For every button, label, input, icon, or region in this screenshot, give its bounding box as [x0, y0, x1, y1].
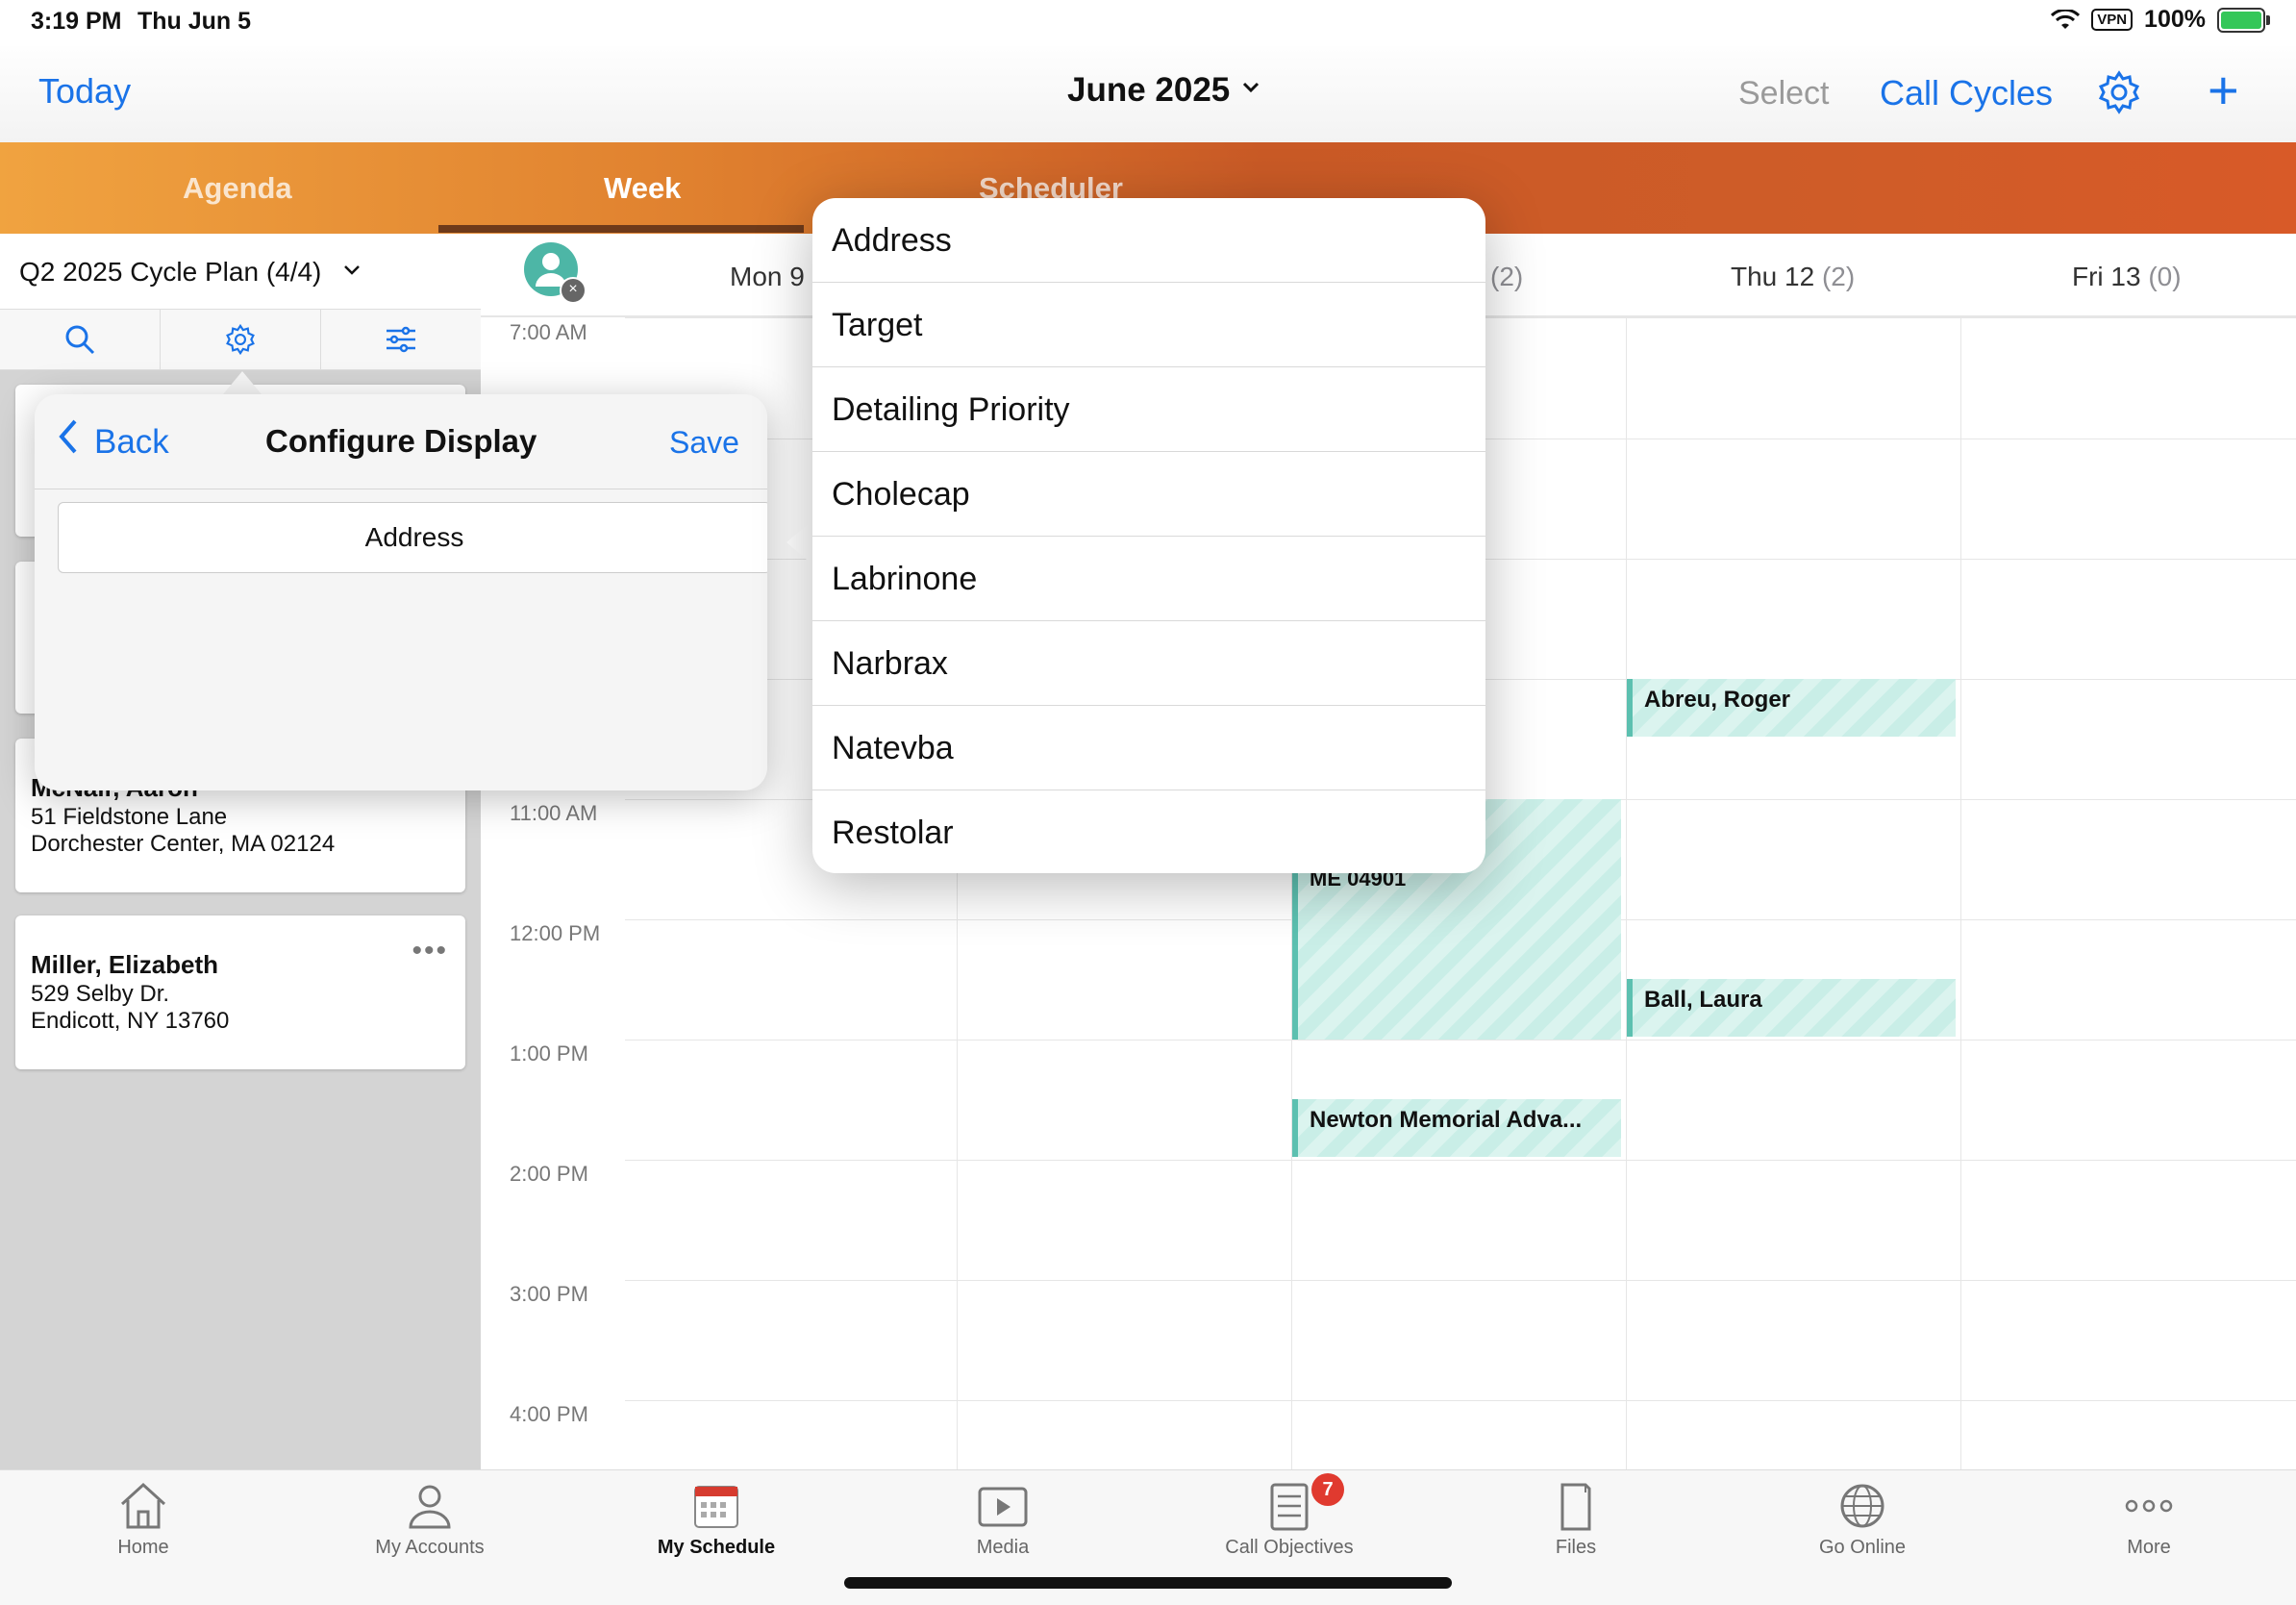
- tab-label: Call Objectives: [1225, 1537, 1354, 1558]
- status-time: 3:19 PM: [31, 8, 122, 35]
- more-icon: [2125, 1499, 2173, 1513]
- wifi-icon: [2051, 9, 2081, 29]
- calendar-event[interactable]: Newton Memorial Adva...: [1292, 1099, 1621, 1157]
- menu-item-narbrax[interactable]: Narbrax: [812, 621, 1485, 706]
- home-indicator: [844, 1577, 1452, 1589]
- menu-item-cholecap[interactable]: Cholecap: [812, 452, 1485, 537]
- active-tab-indicator: [438, 225, 804, 233]
- battery-fill: [2221, 11, 2261, 29]
- tab-label: My Schedule: [657, 1537, 776, 1558]
- account-address-line2: Dorchester Center, MA 02124: [31, 831, 336, 857]
- time-label: 2:00 PM: [510, 1162, 588, 1186]
- menu-item-detailing-priority[interactable]: Detailing Priority: [812, 367, 1485, 452]
- tab-agenda[interactable]: Agenda: [183, 171, 292, 206]
- call-cycles-button[interactable]: Call Cycles: [1880, 73, 2053, 113]
- event-title: Newton Memorial Adva...: [1310, 1107, 1583, 1133]
- event-title: Abreu, Roger: [1644, 687, 1791, 713]
- calendar-event[interactable]: Ball, Laura: [1627, 979, 1956, 1037]
- popover-title: Configure Display: [265, 423, 537, 459]
- day-header-fri[interactable]: Fri 13 (0): [2072, 262, 2182, 292]
- menu-item-address[interactable]: Address: [812, 198, 1485, 283]
- calendar-event[interactable]: Abreu, Roger: [1627, 679, 1956, 737]
- tab-label: My Accounts: [375, 1537, 485, 1558]
- tabbar-call-objectives[interactable]: Call Objectives: [1203, 1481, 1376, 1559]
- time-label: 11:00 AM: [510, 801, 598, 825]
- account-address-line1: 529 Selby Dr.: [31, 981, 170, 1007]
- back-button[interactable]: Back: [94, 423, 169, 462]
- time-label: 1:00 PM: [510, 1041, 588, 1066]
- accounts-icon: [409, 1485, 451, 1529]
- menu-item-restolar[interactable]: Restolar: [812, 790, 1485, 873]
- tabbar-media[interactable]: Media: [916, 1481, 1089, 1559]
- tabbar-my-accounts[interactable]: My Accounts: [343, 1481, 516, 1559]
- popover-arrow: [223, 371, 262, 394]
- battery-icon: [2217, 7, 2270, 33]
- filter-icon[interactable]: [385, 323, 417, 361]
- time-label: 3:00 PM: [510, 1282, 588, 1306]
- tabbar-home[interactable]: Home: [57, 1481, 230, 1559]
- plan-selector[interactable]: Q2 2025 Cycle Plan (4/4): [0, 234, 481, 310]
- top-nav: Today June 2025 Select Call Cycles +: [0, 46, 2296, 142]
- month-selector[interactable]: June 2025: [1067, 71, 1230, 110]
- plan-label: Q2 2025 Cycle Plan (4/4): [19, 257, 322, 287]
- menu-item-labrinone[interactable]: Labrinone: [812, 537, 1485, 621]
- sidebar-toolbar: [0, 310, 481, 370]
- more-icon[interactable]: •••: [412, 935, 448, 967]
- home-icon: [120, 1482, 166, 1529]
- time-label: 4:00 PM: [510, 1402, 588, 1426]
- tabbar-files[interactable]: Files: [1489, 1481, 1662, 1559]
- status-date: Thu Jun 5: [137, 8, 252, 35]
- status-right: VPN 100%: [2051, 6, 2270, 34]
- time-label: 7:00 AM: [510, 320, 587, 344]
- account-address-line2: Endicott, NY 13760: [31, 1008, 230, 1034]
- tabbar-more[interactable]: More: [2062, 1481, 2235, 1559]
- menu-arrow: [786, 519, 813, 565]
- day-header-thu[interactable]: Thu 12 (2): [1731, 262, 1855, 292]
- status-bar: 3:19 PM Thu Jun 5 VPN 100%: [0, 0, 2296, 46]
- select-button[interactable]: Select: [1738, 75, 1830, 113]
- field-options-menu: Address Target Detailing Priority Cholec…: [812, 198, 1485, 873]
- tab-label: Media: [976, 1537, 1030, 1558]
- close-icon[interactable]: ×: [560, 277, 586, 304]
- checklist-icon: [1270, 1483, 1309, 1531]
- tab-label: Files: [1555, 1537, 1597, 1558]
- battery-percent: 100%: [2144, 6, 2206, 33]
- today-button[interactable]: Today: [38, 71, 131, 112]
- list-item[interactable]: Miller, Elizabeth 529 Selby Dr. Endicott…: [15, 915, 465, 1069]
- gear-icon[interactable]: [2096, 69, 2142, 115]
- day-header-wed[interactable]: (2): [1490, 262, 1523, 292]
- tab-label: More: [2127, 1537, 2171, 1558]
- notification-badge: 7: [1311, 1473, 1344, 1506]
- menu-item-target[interactable]: Target: [812, 283, 1485, 367]
- display-field-selector[interactable]: Address: [58, 502, 767, 573]
- globe-icon: [1840, 1484, 1884, 1528]
- day-header-mon[interactable]: Mon 9: [730, 262, 805, 292]
- time-label: 12:00 PM: [510, 921, 601, 945]
- account-address-line1: 51 Fieldstone Lane: [31, 804, 228, 830]
- menu-item-natevba[interactable]: Natevba: [812, 706, 1485, 790]
- chevron-left-icon[interactable]: [54, 417, 83, 466]
- tab-label: Go Online: [1818, 1537, 1907, 1558]
- vpn-badge: VPN: [2091, 9, 2134, 31]
- tab-week[interactable]: Week: [604, 171, 681, 206]
- files-icon: [1560, 1483, 1591, 1531]
- search-icon[interactable]: [63, 323, 96, 361]
- configure-display-popover: Back Configure Display Save Address: [35, 394, 767, 790]
- tab-label: Home: [117, 1537, 169, 1558]
- chevron-down-icon: [342, 261, 362, 285]
- chevron-down-icon[interactable]: [1240, 77, 1261, 105]
- calendar-icon: [694, 1486, 738, 1528]
- account-name: Miller, Elizabeth: [31, 950, 219, 979]
- tabbar-go-online[interactable]: Go Online: [1776, 1481, 1949, 1559]
- save-button[interactable]: Save: [669, 425, 739, 461]
- event-title: Ball, Laura: [1644, 987, 1762, 1013]
- add-icon[interactable]: +: [2208, 63, 2239, 117]
- tabbar-my-schedule[interactable]: My Schedule: [630, 1481, 803, 1559]
- gear-icon[interactable]: [224, 323, 257, 361]
- media-icon: [978, 1487, 1028, 1527]
